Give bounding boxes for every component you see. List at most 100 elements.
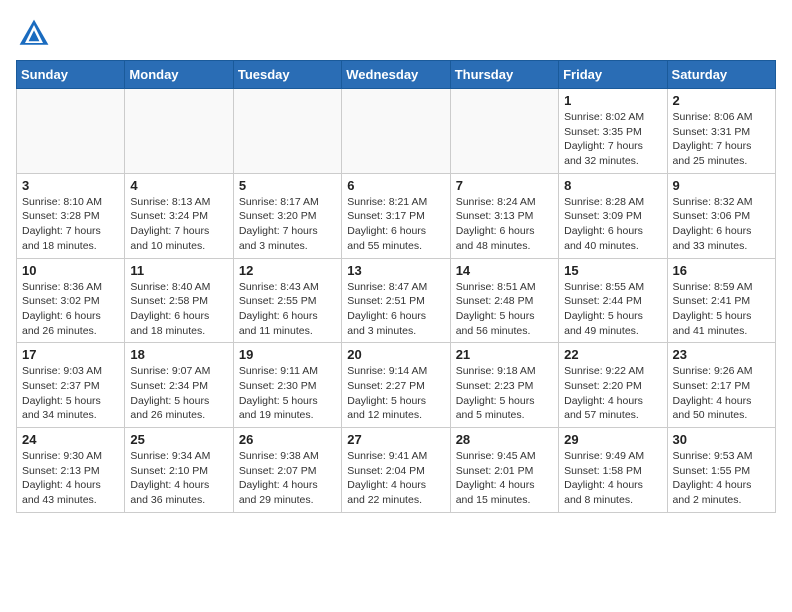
- day-info: Sunrise: 8:28 AM Sunset: 3:09 PM Dayligh…: [564, 195, 661, 254]
- calendar-cell: [450, 89, 558, 174]
- calendar-cell: 25 Sunrise: 9:34 AM Sunset: 2:10 PM Dayli…: [125, 428, 233, 513]
- day-number: 22: [564, 347, 661, 362]
- day-number: 27: [347, 432, 444, 447]
- day-number: 17: [22, 347, 119, 362]
- day-number: 30: [673, 432, 770, 447]
- calendar-cell: 21Sunrise: 9:18 AM Sunset: 2:23 PM Dayli…: [450, 343, 558, 428]
- calendar-cell: 6 Sunrise: 8:21 AM Sunset: 3:17 PM Daylig…: [342, 173, 450, 258]
- calendar-cell: 7 Sunrise: 8:24 AM Sunset: 3:13 PM Daylig…: [450, 173, 558, 258]
- day-info: Sunrise: 9:53 AM Sunset: 1:55 PM Dayligh…: [673, 449, 770, 508]
- calendar-cell: 15 Sunrise: 8:55 AM Sunset: 2:44 PM Dayli…: [559, 258, 667, 343]
- calendar-cell: 13 Sunrise: 8:47 AM Sunset: 2:51 PM Dayli…: [342, 258, 450, 343]
- calendar-cell: 26 Sunrise: 9:38 AM Sunset: 2:07 PM Dayli…: [233, 428, 341, 513]
- day-number: 13: [347, 263, 444, 278]
- day-info: Sunrise: 8:40 AM Sunset: 2:58 PM Dayligh…: [130, 280, 227, 339]
- day-info: Sunrise: 8:10 AM Sunset: 3:28 PM Dayligh…: [22, 195, 119, 254]
- day-info: Sunrise: 9:30 AM Sunset: 2:13 PM Dayligh…: [22, 449, 119, 508]
- day-number: 18: [130, 347, 227, 362]
- day-number: 21: [456, 347, 553, 362]
- day-number: 10: [22, 263, 119, 278]
- calendar-cell: 8 Sunrise: 8:28 AM Sunset: 3:09 PM Daylig…: [559, 173, 667, 258]
- day-info: Sunrise: 9:38 AM Sunset: 2:07 PM Dayligh…: [239, 449, 336, 508]
- day-info: Sunrise: 8:32 AM Sunset: 3:06 PM Dayligh…: [673, 195, 770, 254]
- calendar-cell: [233, 89, 341, 174]
- weekday-header: Sunday: [17, 61, 125, 89]
- calendar-cell: 23 Sunrise: 9:26 AM Sunset: 2:17 PM Dayli…: [667, 343, 775, 428]
- day-info: Sunrise: 8:13 AM Sunset: 3:24 PM Dayligh…: [130, 195, 227, 254]
- day-info: Sunrise: 9:45 AM Sunset: 2:01 PM Dayligh…: [456, 449, 553, 508]
- day-info: Sunrise: 8:06 AM Sunset: 3:31 PM Dayligh…: [673, 110, 770, 169]
- day-info: Sunrise: 8:17 AM Sunset: 3:20 PM Dayligh…: [239, 195, 336, 254]
- calendar-cell: [342, 89, 450, 174]
- weekday-header: Monday: [125, 61, 233, 89]
- calendar-week-row: 3 Sunrise: 8:10 AM Sunset: 3:28 PM Daylig…: [17, 173, 776, 258]
- day-info: Sunrise: 9:11 AM Sunset: 2:30 PM Dayligh…: [239, 364, 336, 423]
- calendar-cell: 16 Sunrise: 8:59 AM Sunset: 2:41 PM Dayli…: [667, 258, 775, 343]
- calendar-cell: 28 Sunrise: 9:45 AM Sunset: 2:01 PM Dayli…: [450, 428, 558, 513]
- day-number: 24: [22, 432, 119, 447]
- day-number: 8: [564, 178, 661, 193]
- calendar-cell: 14Sunrise: 8:51 AM Sunset: 2:48 PM Dayli…: [450, 258, 558, 343]
- day-info: Sunrise: 8:02 AM Sunset: 3:35 PM Dayligh…: [564, 110, 661, 169]
- day-info: Sunrise: 8:24 AM Sunset: 3:13 PM Dayligh…: [456, 195, 553, 254]
- calendar-header-row: SundayMondayTuesdayWednesdayThursdayFrid…: [17, 61, 776, 89]
- calendar-cell: 30 Sunrise: 9:53 AM Sunset: 1:55 PM Dayli…: [667, 428, 775, 513]
- day-number: 7: [456, 178, 553, 193]
- day-info: Sunrise: 9:22 AM Sunset: 2:20 PM Dayligh…: [564, 364, 661, 423]
- day-number: 26: [239, 432, 336, 447]
- calendar-cell: [17, 89, 125, 174]
- day-number: 11: [130, 263, 227, 278]
- weekday-header: Tuesday: [233, 61, 341, 89]
- calendar-cell: 22 Sunrise: 9:22 AM Sunset: 2:20 PM Dayli…: [559, 343, 667, 428]
- logo: [16, 16, 56, 52]
- calendar-cell: 17 Sunrise: 9:03 AM Sunset: 2:37 PM Dayli…: [17, 343, 125, 428]
- logo-icon: [16, 16, 52, 52]
- day-number: 6: [347, 178, 444, 193]
- weekday-header: Friday: [559, 61, 667, 89]
- calendar-cell: 24 Sunrise: 9:30 AM Sunset: 2:13 PM Dayli…: [17, 428, 125, 513]
- calendar-cell: 19 Sunrise: 9:11 AM Sunset: 2:30 PM Dayli…: [233, 343, 341, 428]
- day-number: 4: [130, 178, 227, 193]
- calendar-cell: 18Sunrise: 9:07 AM Sunset: 2:34 PM Dayli…: [125, 343, 233, 428]
- calendar-cell: 1 Sunrise: 8:02 AM Sunset: 3:35 PM Daylig…: [559, 89, 667, 174]
- day-info: Sunrise: 9:34 AM Sunset: 2:10 PM Dayligh…: [130, 449, 227, 508]
- day-number: 23: [673, 347, 770, 362]
- weekday-header: Wednesday: [342, 61, 450, 89]
- page-header: [16, 16, 776, 52]
- calendar: SundayMondayTuesdayWednesdayThursdayFrid…: [16, 60, 776, 513]
- day-number: 2: [673, 93, 770, 108]
- day-info: Sunrise: 9:41 AM Sunset: 2:04 PM Dayligh…: [347, 449, 444, 508]
- calendar-cell: 3 Sunrise: 8:10 AM Sunset: 3:28 PM Daylig…: [17, 173, 125, 258]
- day-number: 16: [673, 263, 770, 278]
- day-info: Sunrise: 8:47 AM Sunset: 2:51 PM Dayligh…: [347, 280, 444, 339]
- day-info: Sunrise: 9:03 AM Sunset: 2:37 PM Dayligh…: [22, 364, 119, 423]
- calendar-cell: [125, 89, 233, 174]
- day-number: 3: [22, 178, 119, 193]
- day-info: Sunrise: 8:21 AM Sunset: 3:17 PM Dayligh…: [347, 195, 444, 254]
- day-info: Sunrise: 8:43 AM Sunset: 2:55 PM Dayligh…: [239, 280, 336, 339]
- day-info: Sunrise: 9:26 AM Sunset: 2:17 PM Dayligh…: [673, 364, 770, 423]
- day-number: 12: [239, 263, 336, 278]
- weekday-header: Thursday: [450, 61, 558, 89]
- day-info: Sunrise: 8:59 AM Sunset: 2:41 PM Dayligh…: [673, 280, 770, 339]
- calendar-week-row: 24 Sunrise: 9:30 AM Sunset: 2:13 PM Dayli…: [17, 428, 776, 513]
- calendar-cell: 27 Sunrise: 9:41 AM Sunset: 2:04 PM Dayli…: [342, 428, 450, 513]
- calendar-cell: 10Sunrise: 8:36 AM Sunset: 3:02 PM Dayli…: [17, 258, 125, 343]
- calendar-cell: 11 Sunrise: 8:40 AM Sunset: 2:58 PM Dayli…: [125, 258, 233, 343]
- day-number: 5: [239, 178, 336, 193]
- calendar-cell: 5 Sunrise: 8:17 AM Sunset: 3:20 PM Daylig…: [233, 173, 341, 258]
- day-number: 1: [564, 93, 661, 108]
- day-number: 19: [239, 347, 336, 362]
- weekday-header: Saturday: [667, 61, 775, 89]
- day-number: 29: [564, 432, 661, 447]
- day-number: 28: [456, 432, 553, 447]
- calendar-cell: 29Sunrise: 9:49 AM Sunset: 1:58 PM Dayli…: [559, 428, 667, 513]
- day-number: 25: [130, 432, 227, 447]
- day-info: Sunrise: 9:14 AM Sunset: 2:27 PM Dayligh…: [347, 364, 444, 423]
- day-number: 15: [564, 263, 661, 278]
- calendar-week-row: 1 Sunrise: 8:02 AM Sunset: 3:35 PM Daylig…: [17, 89, 776, 174]
- calendar-week-row: 17 Sunrise: 9:03 AM Sunset: 2:37 PM Dayli…: [17, 343, 776, 428]
- calendar-cell: 4 Sunrise: 8:13 AM Sunset: 3:24 PM Daylig…: [125, 173, 233, 258]
- calendar-cell: 12 Sunrise: 8:43 AM Sunset: 2:55 PM Dayli…: [233, 258, 341, 343]
- day-info: Sunrise: 8:55 AM Sunset: 2:44 PM Dayligh…: [564, 280, 661, 339]
